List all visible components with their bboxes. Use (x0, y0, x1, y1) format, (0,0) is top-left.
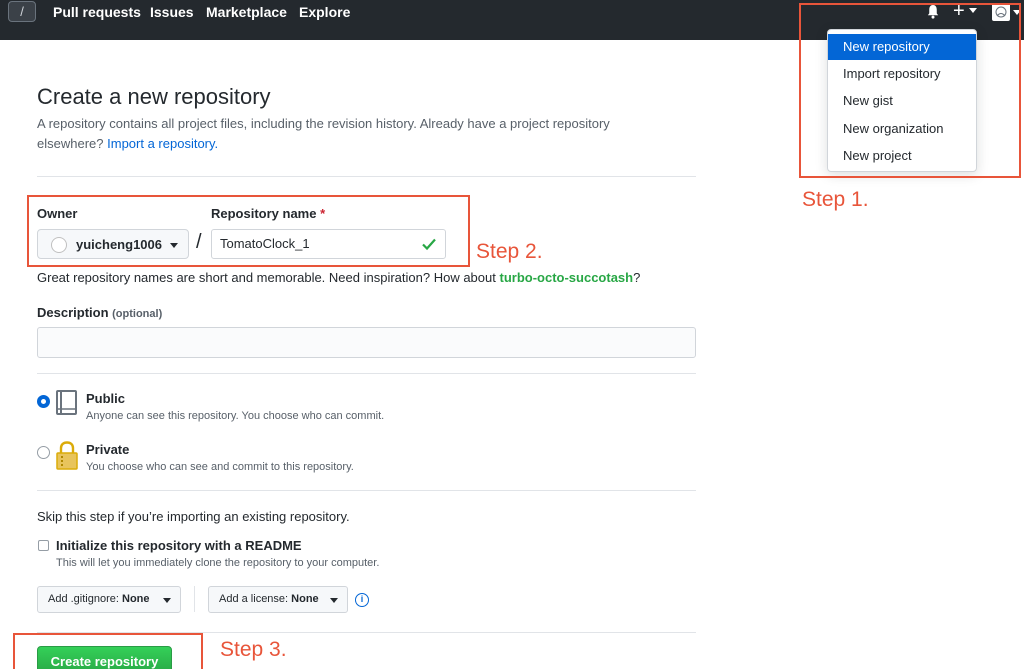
vertical-divider (194, 586, 195, 612)
readme-description: This will let you immediately clone the … (56, 557, 380, 569)
description-input[interactable] (37, 327, 696, 358)
description-label: Description (optional) (37, 305, 162, 320)
owner-label: Owner (37, 206, 78, 221)
page-subtitle: A repository contains all project files,… (37, 114, 677, 154)
repo-name-input[interactable]: TomatoClock_1 (211, 229, 446, 259)
hint-suffix: ? (633, 270, 641, 285)
avatar-icon (51, 237, 67, 253)
skip-step-text: Skip this step if you’re importing an ex… (37, 509, 350, 524)
private-title: Private (86, 442, 130, 457)
nav-marketplace[interactable]: Marketplace (206, 4, 287, 20)
repo-name-label-text: Repository name (211, 206, 317, 221)
github-logo-icon[interactable]: / (8, 1, 36, 22)
readme-label[interactable]: Initialize this repository with a README (56, 538, 302, 553)
chevron-down-icon (330, 598, 338, 603)
gitignore-select[interactable]: Add .gitignore: None (37, 586, 181, 613)
lock-icon (56, 441, 78, 470)
required-marker: * (320, 206, 326, 221)
nav-issues[interactable]: Issues (150, 4, 194, 20)
repo-name-label: Repository name * (211, 206, 325, 221)
repo-book-icon (56, 390, 77, 415)
step1-label: Step 1. (802, 188, 869, 211)
divider (37, 176, 696, 177)
step3-label: Step 3. (220, 638, 287, 661)
owner-repo-separator: / (196, 231, 202, 253)
private-radio[interactable] (37, 446, 50, 459)
owner-select[interactable]: yuicheng1006 (37, 229, 189, 259)
step2-label: Step 2. (476, 240, 543, 263)
readme-checkbox[interactable] (38, 540, 49, 551)
divider (37, 490, 696, 491)
license-value: None (291, 593, 319, 605)
nav-explore[interactable]: Explore (299, 4, 350, 20)
gitignore-prefix: Add .gitignore: (48, 593, 119, 605)
info-icon[interactable]: i (355, 593, 369, 607)
description-label-text: Description (37, 305, 109, 320)
private-description: You choose who can see and commit to thi… (86, 461, 354, 473)
step1-highlight-box (799, 3, 1021, 178)
divider (37, 373, 696, 374)
create-repository-button[interactable]: Create repository (37, 646, 172, 669)
hint-text: Great repository names are short and mem… (37, 270, 496, 285)
license-prefix: Add a license: (219, 593, 289, 605)
name-hint: Great repository names are short and mem… (37, 270, 640, 285)
owner-value: yuicheng1006 (76, 237, 162, 252)
public-title: Public (86, 391, 126, 406)
chevron-down-icon (163, 598, 171, 603)
public-radio[interactable] (37, 395, 50, 408)
public-description: Anyone can see this repository. You choo… (86, 410, 385, 422)
optional-note: (optional) (112, 308, 163, 320)
nav-pull-requests[interactable]: Pull requests (53, 4, 141, 20)
checkmark-icon (422, 238, 436, 251)
name-suggestion[interactable]: turbo-octo-succotash (499, 270, 633, 285)
license-select[interactable]: Add a license: None (208, 586, 348, 613)
repo-name-value: TomatoClock_1 (220, 236, 310, 251)
divider (37, 632, 696, 633)
chevron-down-icon (170, 243, 178, 248)
page-title: Create a new repository (37, 84, 271, 109)
gitignore-value: None (122, 593, 150, 605)
import-repository-link[interactable]: Import a repository. (107, 136, 218, 151)
